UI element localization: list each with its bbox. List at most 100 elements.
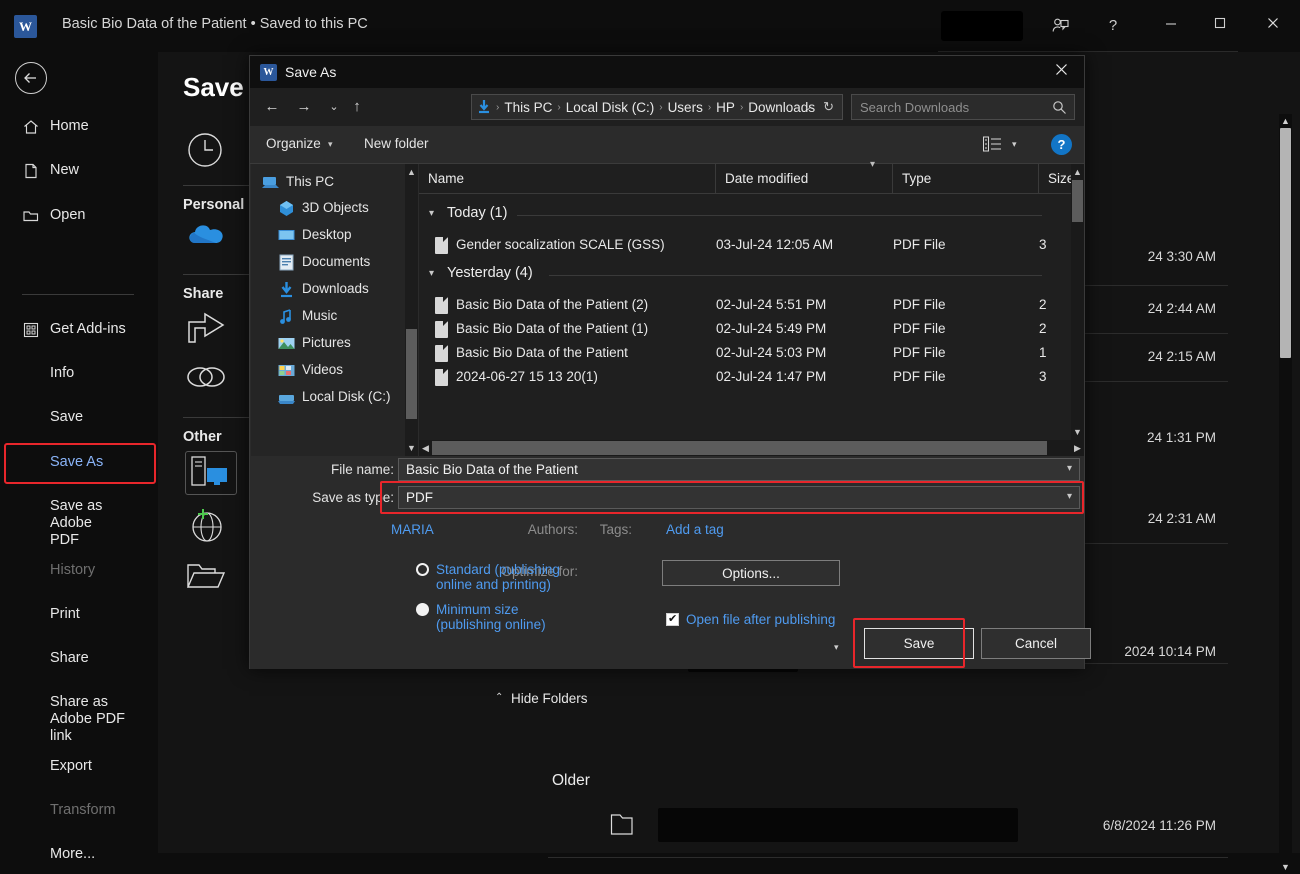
breadcrumb-hp[interactable]: HP — [713, 100, 738, 115]
sidebar-item-share[interactable]: Share — [0, 650, 158, 667]
organize-button[interactable]: Organize — [266, 136, 321, 151]
breadcrumb-local-disk[interactable]: Local Disk (C:) — [563, 100, 658, 115]
sidebar-item-open[interactable]: Open — [0, 207, 158, 224]
file-list-vertical-scrollbar[interactable]: ▲ ▼ — [1071, 164, 1084, 440]
close-button[interactable] — [1256, 10, 1290, 42]
nav-recent-locations-button[interactable]: ⌄ — [322, 96, 346, 118]
radio-minimum-size[interactable] — [416, 603, 429, 616]
chevron-down-icon[interactable]: ▾ — [328, 139, 333, 150]
table-row[interactable]: Gender socalization SCALE (GSS) 03-Jul-2… — [419, 234, 1084, 258]
radio-minimum-size-label[interactable]: Minimum size (publishing online) — [436, 602, 586, 632]
scroll-left-arrow[interactable]: ◀ — [419, 440, 432, 456]
hide-folders-label: Hide Folders — [511, 691, 588, 706]
address-bar[interactable]: › This PC › Local Disk (C:) › Users › HP… — [471, 94, 843, 120]
view-options-caret-icon[interactable]: ▾ — [1012, 139, 1017, 150]
authors-value[interactable]: MARIA — [391, 522, 434, 537]
radio-standard-label[interactable]: Standard (publishing online and printing… — [436, 562, 586, 592]
file-list-horizontal-scrollbar[interactable]: ◀ ▶ — [419, 440, 1084, 456]
table-row[interactable]: Basic Bio Data of the Patient (2) 02-Jul… — [419, 294, 1084, 318]
new-folder-button[interactable]: New folder — [364, 136, 429, 151]
tree-item-downloads[interactable]: Downloads — [277, 277, 417, 303]
scrollbar-thumb[interactable] — [1072, 180, 1083, 222]
breadcrumb-this-pc[interactable]: This PC — [501, 100, 555, 115]
file-name-input[interactable]: Basic Bio Data of the Patient ▾ — [398, 458, 1080, 481]
sidebar-label-new: New — [50, 162, 80, 178]
recent-row-date: 24 2:15 AM — [1147, 349, 1216, 364]
sidebar-item-print[interactable]: Print — [0, 606, 158, 623]
sidebar-item-save-as-adobe-pdf[interactable]: Save as Adobe PDF — [0, 498, 120, 549]
search-input[interactable]: Search Downloads — [851, 94, 1075, 120]
nav-up-button[interactable]: ↑ — [345, 96, 369, 118]
column-header-name[interactable]: Name — [419, 164, 716, 194]
this-pc-icon[interactable] — [185, 451, 237, 495]
scrollbar-thumb[interactable] — [432, 441, 1047, 455]
sidebar-item-get-add-ins[interactable]: Get Add-ins — [0, 321, 158, 338]
radio-standard[interactable] — [416, 563, 429, 576]
view-list-icon[interactable] — [983, 136, 1002, 153]
sidebar-item-share-as-adobe-pdf-link[interactable]: Share as Adobe PDF link — [0, 694, 130, 745]
open-after-publishing-checkbox[interactable] — [666, 612, 679, 626]
scroll-down-arrow[interactable]: ▼ — [1071, 424, 1084, 440]
onedrive-cloud-icon[interactable] — [185, 219, 229, 263]
clock-icon[interactable] — [185, 130, 229, 174]
tree-item-desktop[interactable]: Desktop — [277, 223, 417, 249]
tags-value[interactable]: Add a tag — [666, 522, 724, 537]
recent-row[interactable]: 6/8/2024 11:26 PM — [548, 752, 1228, 858]
maximize-button[interactable] — [1203, 10, 1237, 42]
sidebar-item-save[interactable]: Save — [0, 409, 158, 426]
nav-back-button[interactable]: ← — [260, 96, 284, 118]
tree-item-music[interactable]: Music — [277, 304, 417, 330]
scrollbar-thumb[interactable] — [1280, 128, 1291, 358]
tree-item-documents[interactable]: Documents — [277, 250, 417, 276]
file-group-today[interactable]: ▾ Today (1) — [419, 199, 1084, 229]
scroll-right-arrow[interactable]: ▶ — [1071, 440, 1084, 456]
tree-scrollbar[interactable]: ▲ ▼ — [405, 164, 418, 456]
nav-forward-button[interactable]: → — [292, 96, 316, 118]
share-arrow-icon[interactable] — [185, 308, 229, 352]
scroll-down-arrow[interactable]: ▼ — [1279, 860, 1292, 874]
options-button[interactable]: Options... — [662, 560, 840, 586]
tree-scroll-down-arrow[interactable]: ▼ — [405, 440, 418, 456]
refresh-icon[interactable]: ↻ — [823, 99, 834, 115]
table-row[interactable]: 2024-06-27 15 13 20(1) 02-Jul-24 1:47 PM… — [419, 366, 1084, 390]
breadcrumb-users[interactable]: Users — [665, 100, 706, 115]
sidebar-item-info[interactable]: Info — [0, 365, 158, 382]
sidebar-item-more[interactable]: More... — [0, 846, 158, 863]
add-a-place-icon[interactable] — [185, 505, 229, 549]
chevron-down-icon[interactable]: ⌄ — [804, 102, 812, 113]
back-button[interactable] — [15, 62, 47, 94]
dialog-close-button[interactable] — [1038, 56, 1084, 88]
column-header-type[interactable]: Type — [893, 164, 1039, 194]
table-row[interactable]: Basic Bio Data of the Patient 02-Jul-24 … — [419, 342, 1084, 366]
tree-scrollbar-thumb[interactable] — [406, 329, 417, 419]
help-icon[interactable]: ? — [1051, 134, 1072, 155]
tree-item-local-disk-c[interactable]: Local Disk (C:) — [277, 385, 417, 411]
browse-folder-icon[interactable] — [185, 559, 229, 603]
sidebar-item-export[interactable]: Export — [0, 758, 158, 775]
minimize-button[interactable] — [1154, 10, 1188, 42]
tree-scroll-up-arrow[interactable]: ▲ — [405, 164, 418, 180]
scroll-up-arrow[interactable]: ▲ — [1071, 164, 1084, 180]
cancel-button[interactable]: Cancel — [981, 628, 1091, 659]
scroll-up-arrow[interactable]: ▲ — [1279, 114, 1292, 128]
share-person-icon[interactable] — [1043, 10, 1077, 42]
file-name: 2024-06-27 15 13 20(1) — [456, 369, 598, 384]
tree-item-videos[interactable]: Videos — [277, 358, 417, 384]
backstage-scrollbar[interactable]: ▲ ▼ — [1279, 114, 1292, 874]
tree-item-this-pc[interactable]: This PC — [261, 170, 411, 196]
help-button[interactable]: ? — [1096, 10, 1130, 42]
table-row[interactable]: Basic Bio Data of the Patient (1) 02-Jul… — [419, 318, 1084, 342]
link-icon[interactable] — [185, 362, 229, 406]
tree-item-pictures[interactable]: Pictures — [277, 331, 417, 357]
chevron-down-icon[interactable]: ▾ — [429, 208, 434, 219]
file-group-yesterday[interactable]: ▾ Yesterday (4) — [419, 259, 1084, 289]
hide-folders-button[interactable]: ⌃ Hide Folders — [495, 691, 588, 706]
sidebar-item-home[interactable]: Home — [0, 118, 158, 135]
chevron-down-icon[interactable]: ▾ — [1067, 463, 1072, 474]
tree-item-3d-objects[interactable]: 3D Objects — [277, 196, 417, 222]
tools-caret-icon[interactable]: ▾ — [834, 642, 839, 653]
chevron-down-icon[interactable]: ▾ — [429, 268, 434, 279]
sidebar-item-new[interactable]: New — [0, 162, 158, 179]
magnifier-icon[interactable] — [1052, 100, 1067, 120]
column-header-date-modified[interactable]: ▾ Date modified — [716, 159, 893, 194]
